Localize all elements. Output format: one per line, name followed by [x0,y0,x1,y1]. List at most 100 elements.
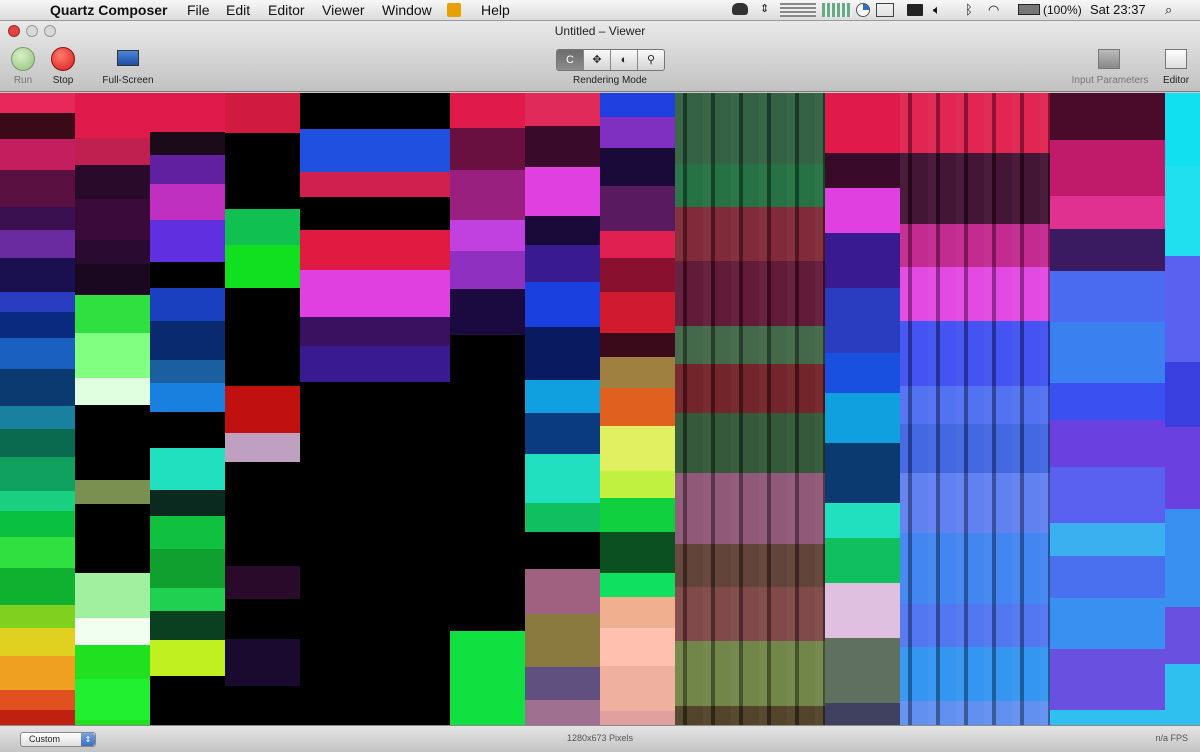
glitch-band [900,321,1050,386]
rendering-mode-move-icon[interactable]: ✥ [584,50,611,70]
menu-editor[interactable]: Editor [268,2,305,18]
glitch-band [0,312,75,338]
activity-icon[interactable] [876,3,894,17]
rendering-mode-rotate-icon[interactable]: ◐ [611,50,638,70]
rendering-mode-c[interactable]: C [557,50,584,70]
glitch-band [1165,427,1200,509]
menu-window[interactable]: Window [382,2,432,18]
rendering-mode-label: Rendering Mode [573,75,647,86]
editor-icon [1165,49,1187,69]
glitch-band [600,532,675,573]
glitch-band [450,220,525,251]
glitch-column [225,93,300,745]
volume-icon[interactable]: 🔈︎ [933,2,941,18]
input-parameters-button[interactable]: Input Parameters [1062,47,1158,93]
glitch-band [525,93,600,126]
glitch-band [900,604,1050,647]
glitch-band [0,93,75,113]
glitch-band [75,405,150,439]
editor-button[interactable]: Editor [1158,47,1194,93]
menu-edit[interactable]: Edit [226,2,250,18]
glitch-band [525,380,600,413]
glitch-band [900,386,1050,424]
glitch-band [675,261,825,326]
glitch-band [1165,256,1200,362]
glitch-band [1050,523,1165,556]
glitch-band [225,346,300,386]
fullscreen-label: Full-Screen [102,75,154,86]
glitch-band [225,93,300,133]
input-parameters-icon [1098,49,1120,69]
glitch-band [225,433,300,462]
battery-percent: (100%) [1043,3,1082,17]
glitch-band [900,533,1050,604]
tray-arrows-icon[interactable]: ⇕ [760,2,769,15]
tray-app-icon[interactable] [732,3,748,15]
script-menu-icon[interactable] [447,3,461,17]
rendering-mode-zoom-icon[interactable]: ⚲ [638,50,664,70]
glitch-band [900,224,1050,267]
glitch-column [75,93,150,745]
glitch-band [600,292,675,333]
stop-icon [51,47,75,71]
glitch-band [225,599,300,639]
stop-button[interactable]: Stop [48,47,78,93]
fullscreen-button[interactable]: Full-Screen [98,47,158,93]
glitch-band [600,186,675,231]
glitch-column [675,93,825,745]
clock-pie-icon[interactable] [856,3,870,17]
glitch-band [0,292,75,312]
glitch-band [600,148,675,186]
glitch-band [1165,93,1200,166]
menu-app-name[interactable]: Quartz Composer [50,2,167,18]
glitch-band [675,93,825,164]
battery-icon[interactable] [1018,4,1040,15]
spotlight-icon[interactable]: ⌕ [1165,2,1172,18]
glitch-band [1165,607,1200,664]
menu-clock[interactable]: Sat 23:37 [1090,2,1146,17]
glitch-band [450,631,525,666]
run-button[interactable]: Run [10,47,36,93]
glitch-band [75,295,150,333]
wifi-icon[interactable]: ◠ [988,2,999,18]
glitch-band [1050,420,1165,467]
glitch-band [150,611,225,640]
glitch-band [450,439,525,489]
display-icon[interactable] [907,4,923,16]
glitch-band [600,573,675,597]
bluetooth-icon[interactable]: ᛒ [965,2,973,17]
glitch-band [150,155,225,184]
glitch-band [300,425,450,450]
cpu-monitor-icon[interactable] [822,3,852,17]
glitch-band [525,216,600,245]
glitch-band [675,326,825,364]
glitch-band [825,153,900,188]
glitch-column [1165,93,1200,745]
rendering-canvas[interactable] [0,93,1200,745]
glitch-band [225,133,300,180]
glitch-band [600,333,675,357]
glitch-band [600,666,675,711]
glitch-band [0,113,75,139]
glitch-band [0,369,75,406]
glitch-band [75,333,150,378]
glitch-band [300,635,450,678]
network-monitor-icon[interactable] [780,3,816,17]
glitch-band [0,457,75,491]
menu-help[interactable]: Help [481,2,510,18]
glitch-band [1165,166,1200,256]
glitch-band [75,378,150,405]
viewer-window: Untitled – Viewer Run Stop Full-Screen C… [0,21,1200,752]
menu-file[interactable]: File [187,2,210,18]
input-parameters-label: Input Parameters [1071,75,1149,86]
glitch-band [450,289,525,335]
glitch-band [525,282,600,327]
editor-label: Editor [1162,75,1190,86]
glitch-band [75,573,150,618]
run-icon [11,47,35,71]
menu-viewer[interactable]: Viewer [322,2,365,18]
glitch-band [0,568,75,605]
glitch-band [600,231,675,258]
glitch-band [525,126,600,167]
glitch-band [1050,229,1165,271]
